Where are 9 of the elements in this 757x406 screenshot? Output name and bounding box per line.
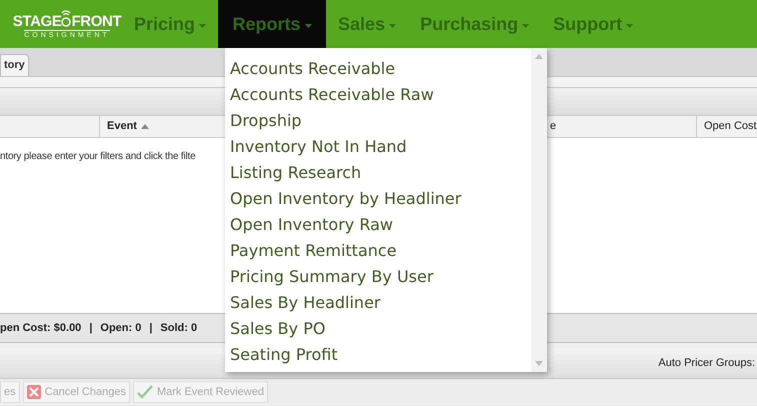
- logo-text: STAGE: [12, 13, 62, 30]
- toolbar-label: Auto Pricer Groups:: [658, 356, 755, 372]
- summary-value: Open: 0: [100, 320, 142, 336]
- empty-table-message: ntory please enter your filters and click the filte: [0, 150, 196, 164]
- summary-value: Sold: 0: [160, 320, 198, 336]
- separator: |: [89, 320, 92, 336]
- separator: |: [149, 320, 152, 336]
- logo-text: FRONT: [71, 13, 122, 30]
- summary-value: pen Cost: $0.00: [0, 320, 82, 336]
